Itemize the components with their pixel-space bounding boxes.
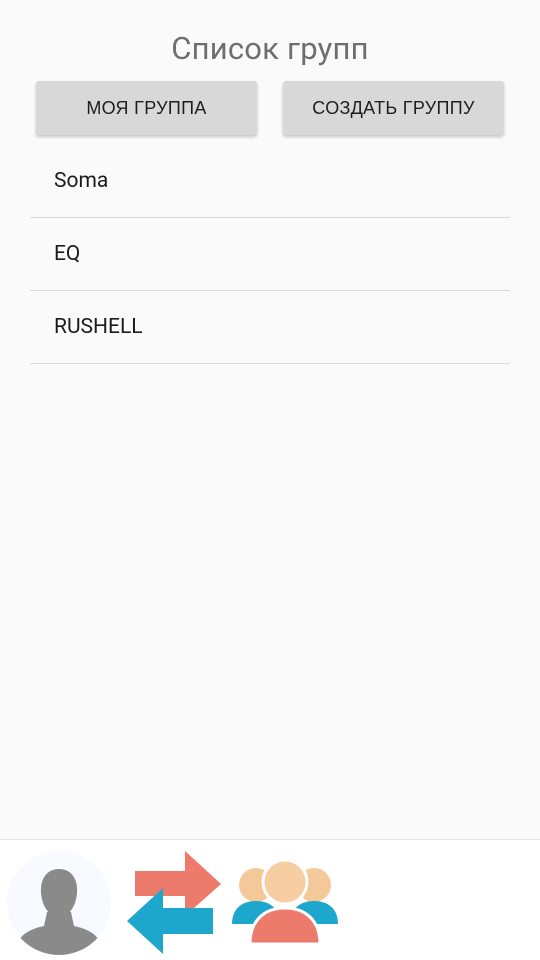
page-title: Список групп	[171, 30, 369, 67]
groups-icon[interactable]	[230, 852, 340, 952]
group-name: RUSHELL	[54, 315, 143, 339]
group-name: EQ	[54, 242, 81, 266]
group-list-screen: Список групп МОЯ ГРУППА СОЗДАТЬ ГРУППУ S…	[0, 0, 540, 960]
my-group-button[interactable]: МОЯ ГРУППА	[36, 81, 257, 135]
profile-avatar-icon[interactable]	[6, 850, 112, 956]
group-list-item[interactable]: RUSHELL	[30, 291, 510, 364]
create-group-button[interactable]: СОЗДАТЬ ГРУППУ	[283, 81, 504, 135]
bottom-navigation	[0, 839, 540, 960]
exchange-arrows-icon[interactable]	[121, 846, 227, 958]
group-list-item[interactable]: Soma	[30, 145, 510, 218]
group-name: Soma	[54, 169, 109, 193]
group-list: Soma EQ RUSHELL	[30, 145, 510, 364]
group-list-item[interactable]: EQ	[30, 218, 510, 291]
